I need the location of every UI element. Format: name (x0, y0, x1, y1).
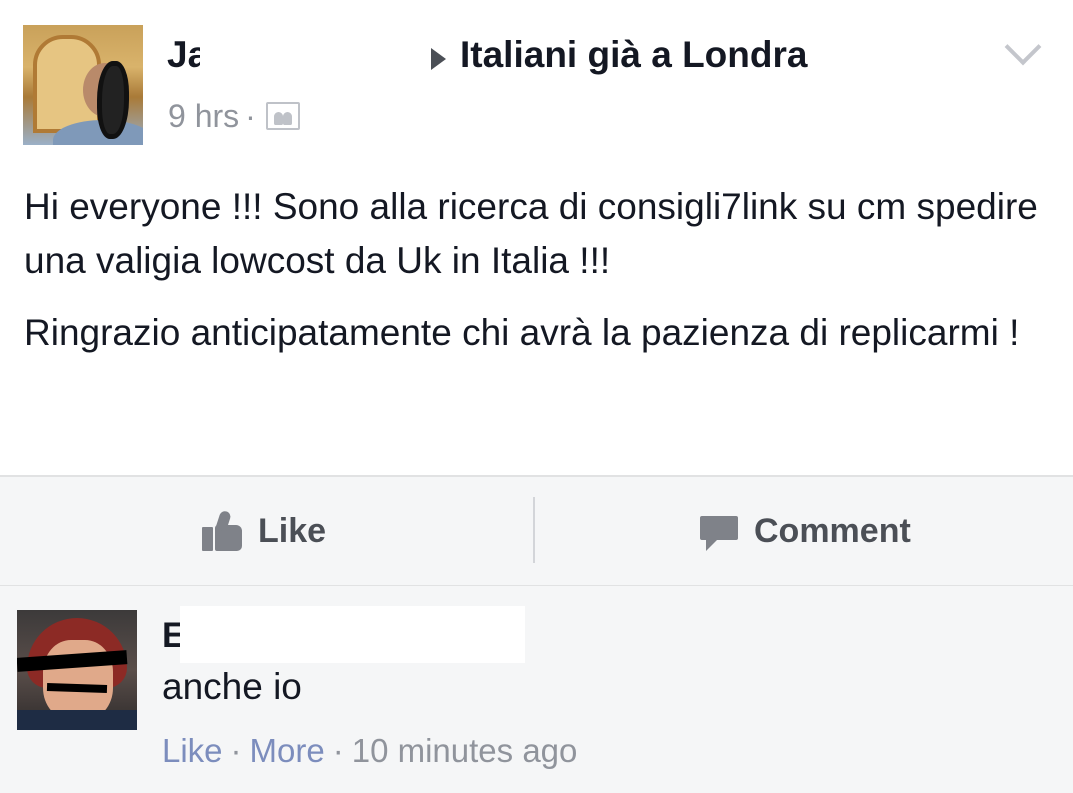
comment-label: Comment (754, 511, 911, 550)
comment-text: anche io (162, 666, 302, 707)
group-icon (265, 101, 300, 130)
avatar-body (17, 710, 137, 730)
meta-separator: · (230, 732, 242, 769)
post-timestamp[interactable]: 9 hrs (168, 98, 239, 134)
comment-like-link[interactable]: Like (162, 732, 223, 769)
action-divider (533, 497, 535, 563)
post-paragraph: Ringrazio anticipatamente chi avrà la pa… (24, 312, 1020, 353)
comment-meta: Like · More · 10 minutes ago (162, 732, 577, 770)
author-name-redaction (200, 30, 425, 80)
comment-bubble-icon (700, 510, 738, 552)
arrow-right-icon (431, 48, 446, 70)
commenter-avatar[interactable] (17, 610, 137, 730)
comment-button[interactable]: Comment (700, 477, 911, 585)
like-label: Like (258, 511, 327, 550)
post-body: Hi everyone !!! Sono alla ricerca di con… (24, 180, 1054, 378)
comment-more-link[interactable]: More (250, 732, 325, 769)
meta-separator: · (332, 732, 344, 769)
group-name-link[interactable]: Italiani già a Londra (460, 34, 807, 76)
author-avatar[interactable] (23, 25, 143, 145)
action-bar: Like Comment (0, 475, 1073, 588)
commenter-name-redaction (180, 606, 525, 663)
comments-section: E anche io Like · More · 10 minutes ago (0, 586, 1073, 793)
chevron-down-icon[interactable] (1004, 28, 1042, 66)
avatar-redaction (97, 61, 129, 139)
post-header: Ja Italiani già a Londra 9 hrs · (0, 0, 1073, 165)
meta-separator: · (245, 98, 256, 134)
post-meta: 9 hrs · (168, 98, 300, 135)
like-button[interactable]: Like (200, 477, 326, 585)
comment-timestamp: 10 minutes ago (351, 732, 578, 769)
post-paragraph: Hi everyone !!! Sono alla ricerca di con… (24, 186, 1038, 281)
thumbs-up-icon (200, 509, 244, 551)
